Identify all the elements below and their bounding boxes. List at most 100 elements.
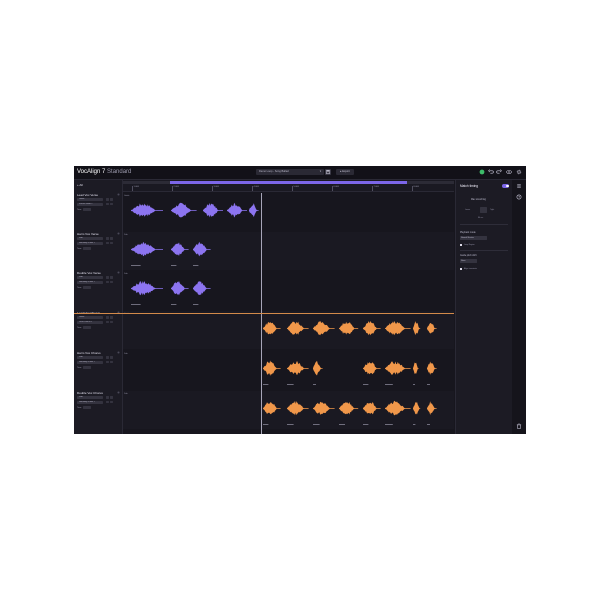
session-selector[interactable]: Demo Loop - Song Ballad ▾ (256, 169, 324, 175)
time-label: Time (77, 366, 82, 369)
track-role-select[interactable]: Guide (77, 316, 103, 319)
alignment-marker (427, 384, 430, 385)
alignment-marker (131, 304, 141, 305)
alignment-marker (413, 424, 416, 425)
solo-button[interactable] (106, 237, 109, 240)
mute-button[interactable] (110, 396, 113, 399)
track-option-button[interactable] (110, 280, 113, 284)
alignment-marker (287, 424, 294, 425)
track-option-button[interactable] (110, 400, 113, 404)
overview-range[interactable] (170, 181, 407, 184)
title-bar: VocAlign 7 Standard Demo Loop - Song Bal… (74, 166, 526, 180)
time-label: Time (77, 286, 82, 289)
export-button[interactable]: ▸ Export (336, 169, 354, 175)
track-option-button[interactable] (106, 320, 109, 324)
eye-icon[interactable] (506, 169, 512, 175)
time-field[interactable] (83, 365, 92, 369)
time-row: Time (77, 246, 92, 250)
alignment-marker (171, 304, 177, 305)
track-option-button[interactable] (110, 320, 113, 324)
track-option-button[interactable] (106, 360, 109, 364)
time-field[interactable] (83, 325, 92, 329)
track-option-button[interactable] (106, 400, 109, 404)
track-preset-select[interactable]: Lead Chorus 1 (77, 320, 103, 324)
timeline[interactable]: 1.000 2.000 3.000 4.000 5.000 6.000 7.000 8.000… (123, 180, 454, 434)
pitch-shift-label: Guide pitch shift (460, 255, 477, 257)
align-transients-checkbox[interactable] (460, 268, 463, 271)
track-role-select[interactable]: Dub (77, 356, 103, 359)
max-stretch-label: Max stretching (471, 199, 486, 201)
ruler-tick-label: 7.000 (373, 186, 379, 188)
playback-mode-select[interactable]: Normal Monitor (460, 236, 487, 240)
track-preset-select[interactable]: Harmony Guide 1 (77, 280, 103, 284)
ruler-tick-label: 1.000 (133, 186, 139, 188)
track-option-button[interactable] (110, 202, 113, 206)
alignment-marker (313, 424, 320, 425)
track-settings-icon[interactable] (117, 271, 120, 274)
solo-button[interactable] (106, 198, 109, 201)
time-label: Time (77, 406, 82, 409)
solo-button[interactable] (106, 276, 109, 279)
loop-region-checkbox[interactable] (460, 244, 463, 247)
alignment-marker (363, 384, 369, 385)
time-field[interactable] (83, 246, 92, 250)
ruler-tick-label: 6.000 (333, 186, 339, 188)
time-label: Time (77, 326, 82, 329)
gear-icon[interactable] (516, 169, 522, 175)
mute-button[interactable] (110, 356, 113, 359)
redo-icon[interactable] (496, 169, 502, 175)
help-icon[interactable] (516, 194, 522, 200)
stretch-knob[interactable] (480, 207, 487, 213)
align-transients-label: Align transients (464, 268, 477, 270)
lane-label: Guide (124, 195, 130, 197)
solo-button[interactable] (106, 396, 109, 399)
ruler-tick-label: 2.000 (173, 186, 179, 188)
mute-button[interactable] (110, 276, 113, 279)
session-name: Demo Loop - Song Ballad (259, 170, 289, 173)
track-settings-icon[interactable] (117, 391, 120, 394)
track-lane[interactable] (123, 351, 454, 389)
alignment-marker (263, 424, 269, 425)
track-settings-icon[interactable] (117, 232, 120, 235)
solo-button[interactable] (106, 356, 109, 359)
save-button[interactable] (325, 169, 331, 175)
add-track-button[interactable]: + All (77, 183, 83, 189)
tight-label: Tight (490, 209, 495, 211)
right-sidebar (512, 180, 526, 434)
track-settings-icon[interactable] (117, 193, 120, 196)
app-name: VocAlign 7 (77, 169, 106, 175)
track-settings-icon[interactable] (117, 351, 120, 354)
alignment-marker (131, 265, 141, 266)
match-timing-toggle[interactable] (502, 184, 509, 188)
track-preset-select[interactable]: Harmony Guide 1 (77, 360, 103, 364)
track-option-button[interactable] (106, 241, 109, 245)
ruler-tick-label: 3.000 (213, 186, 219, 188)
time-field[interactable] (83, 405, 92, 409)
track-option-button[interactable] (110, 241, 113, 245)
track-option-button[interactable] (110, 360, 113, 364)
track-preset-select[interactable]: Harmony Guide 1 (77, 241, 103, 245)
track-role-select[interactable]: Guide (77, 198, 103, 201)
alignment-marker (427, 424, 430, 425)
mute-button[interactable] (110, 237, 113, 240)
loop-region-label: Loop Region (464, 244, 475, 246)
status-ok-icon (479, 169, 485, 175)
track-option-button[interactable] (106, 280, 109, 284)
time-row: Time (77, 285, 92, 289)
mute-button[interactable] (110, 316, 113, 319)
time-field[interactable] (83, 285, 92, 289)
track-role-select[interactable]: Dub (77, 276, 103, 279)
solo-button[interactable] (106, 316, 109, 319)
app-window: VocAlign 7 Standard Demo Loop - Song Bal… (74, 166, 526, 434)
track-role-select[interactable]: Dub (77, 237, 103, 240)
trash-icon[interactable] (516, 423, 522, 429)
mute-button[interactable] (110, 198, 113, 201)
pitch-shift-select[interactable]: None (460, 259, 477, 263)
menu-icon[interactable] (516, 183, 522, 189)
time-field[interactable] (83, 207, 92, 211)
track-option-button[interactable] (106, 202, 109, 206)
track-role-select[interactable]: Dub (77, 396, 103, 399)
track-preset-select[interactable]: Vocals Guide 1 (77, 202, 103, 206)
track-preset-select[interactable]: Harmony Guide 1 (77, 400, 103, 404)
undo-icon[interactable] (488, 169, 494, 175)
